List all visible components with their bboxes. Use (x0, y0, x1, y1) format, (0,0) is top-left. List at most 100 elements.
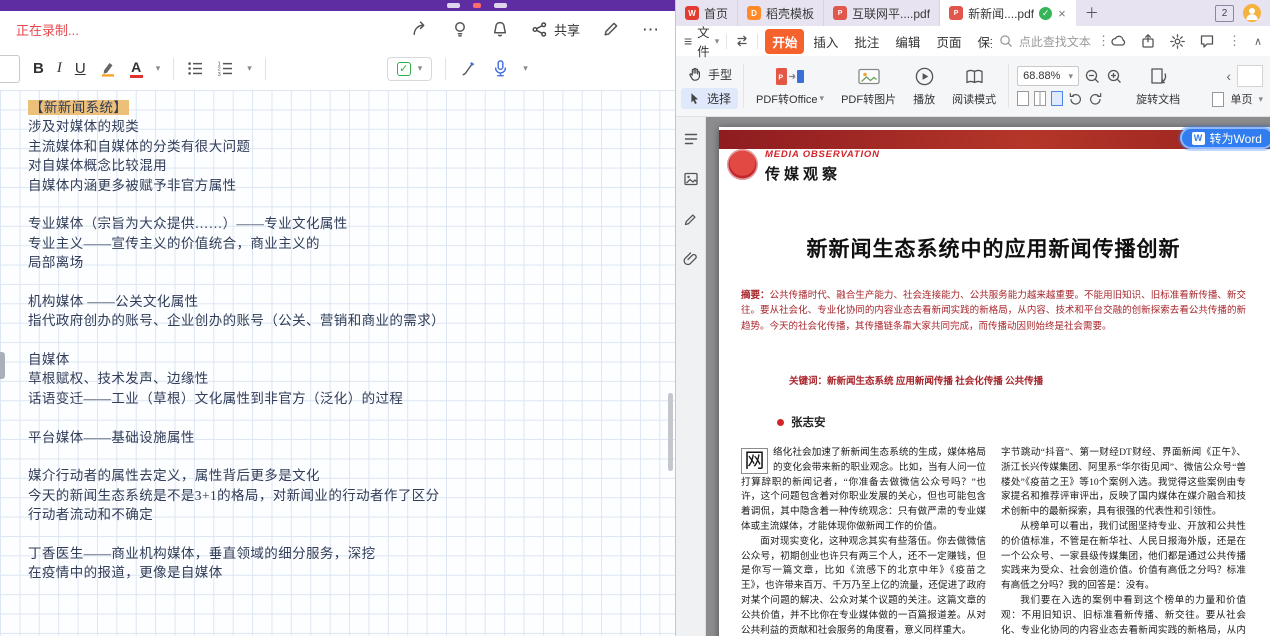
file-menu[interactable]: ≡ 文件 ▾ (684, 22, 719, 60)
menu-page[interactable]: 页面 (929, 29, 968, 54)
mic-dropdown-icon[interactable]: ▾ (523, 64, 528, 73)
share-export-icon[interactable] (1140, 33, 1156, 49)
zoom-in-icon[interactable] (1106, 68, 1123, 85)
tab-document-2-active[interactable]: P 新新闻....pdf ✓ × (940, 0, 1076, 26)
note-line[interactable]: 在疫情中的报道，更像是自媒体 (28, 563, 675, 582)
tab-docer-templates[interactable]: D 稻壳模板 (738, 0, 824, 26)
note-line[interactable] (28, 408, 675, 427)
menu-start[interactable]: 开始 (765, 29, 804, 54)
share-button[interactable]: 共享 (531, 20, 580, 39)
drag-handle[interactable] (0, 352, 5, 379)
note-line[interactable]: 平台媒体——基础设施属性 (28, 428, 675, 447)
zoom-level-box[interactable]: 68.88% ▾ (1017, 66, 1079, 86)
collapse-ribbon-icon[interactable]: ∧ (1254, 35, 1262, 48)
note-line[interactable] (28, 447, 675, 466)
lightbulb-icon[interactable] (451, 20, 469, 38)
find-text-box[interactable]: 点此查找文本 ⋮ (999, 33, 1110, 50)
edit-pencil-icon[interactable] (602, 20, 620, 38)
note-line[interactable]: 指代政府创办的账号、企业创办的账号（公关、营销和商业的需求） (28, 311, 675, 330)
note-line[interactable]: 对自媒体概念比较混用 (28, 156, 675, 175)
note-line[interactable] (28, 525, 675, 544)
share-forward-icon[interactable] (411, 20, 429, 38)
note-line[interactable]: 机构媒体 ——公关文化属性 (28, 292, 675, 311)
note-line[interactable]: 局部离场 (28, 253, 675, 272)
list-dropdown-icon[interactable]: ▾ (247, 64, 252, 73)
menu-comment[interactable]: 批注 (847, 29, 886, 54)
user-avatar[interactable] (1243, 4, 1261, 22)
hand-tool-button[interactable]: 手型 (681, 64, 738, 85)
menu-insert[interactable]: 插入 (806, 29, 845, 54)
convert-to-word-label: 转为Word (1210, 130, 1262, 147)
font-size-box[interactable] (0, 55, 20, 83)
note-line[interactable] (28, 273, 675, 292)
tab-count-badge[interactable]: 2 (1215, 5, 1234, 22)
note-line[interactable]: 专业主义——宣传主义的价值统合，商业主义的 (28, 234, 675, 253)
record-control-icon[interactable] (447, 3, 460, 8)
outline-panel-icon[interactable] (683, 131, 699, 147)
note-line[interactable]: 自媒体内涵更多被赋予非官方属性 (28, 176, 675, 195)
close-tab-icon[interactable]: × (1058, 6, 1066, 21)
bullet-list-icon[interactable] (187, 60, 204, 77)
dictation-mic-icon[interactable] (491, 59, 510, 78)
note-line[interactable]: 丁香医生——商业机构媒体，垂直领域的细分服务，深挖 (28, 544, 675, 563)
underline-button[interactable]: U (75, 60, 86, 77)
select-tool-button[interactable]: 选择 (681, 88, 738, 109)
single-page-button[interactable]: 单页 ▾ (1212, 91, 1263, 107)
kebab-icon[interactable]: ⋮ (1228, 33, 1241, 49)
panel-preview-box[interactable] (1237, 65, 1263, 87)
note-line[interactable]: 涉及对媒体的规类 (28, 117, 675, 136)
note-line[interactable]: 【新新闻系统】 (28, 98, 675, 117)
menu-protect[interactable]: 保护 (970, 29, 991, 54)
more-options-icon[interactable]: ⋯ (642, 21, 659, 38)
pdf-to-office-button[interactable]: P PDF转Office▾ (749, 59, 831, 113)
rotate-document-button[interactable]: 旋转文档 (1129, 59, 1187, 113)
note-editor-canvas[interactable]: 【新新闻系统】 涉及对媒体的规类 主流媒体和自媒体的分类有很大问题 对自媒体概念… (0, 90, 675, 636)
note-line[interactable]: 自媒体 (28, 350, 675, 369)
record-control-icon[interactable] (494, 3, 507, 8)
cloud-sync-icon[interactable] (1110, 33, 1127, 50)
read-mode-button[interactable]: 阅读模式 (945, 59, 1003, 113)
rotate-left-icon[interactable] (1068, 91, 1083, 106)
attachment-panel-icon[interactable] (683, 251, 699, 267)
recording-status[interactable]: 正在录制... (16, 20, 79, 39)
note-line[interactable] (28, 331, 675, 350)
tab-document-1[interactable]: P 互联网平....pdf (824, 0, 940, 26)
menu-edit[interactable]: 编辑 (888, 29, 927, 54)
note-line[interactable]: 今天的新闻生态系统是不是3+1的格局，对新闻业的行动者作了区分 (28, 486, 675, 505)
thumbnails-panel-icon[interactable] (683, 171, 699, 187)
note-line[interactable]: 行动者流动和不确定 (28, 505, 675, 524)
fit-width-icon[interactable] (1017, 91, 1029, 106)
convert-to-word-button[interactable]: W 转为Word (1180, 127, 1270, 149)
note-line[interactable]: 媒介行动者的属性去定义，属性背后更多是文化 (28, 466, 675, 485)
notification-bell-icon[interactable] (491, 20, 509, 38)
font-color-button[interactable]: A (130, 60, 143, 78)
annotation-panel-icon[interactable] (683, 211, 699, 227)
note-line[interactable] (28, 195, 675, 214)
fit-page-icon[interactable] (1034, 91, 1046, 106)
play-button[interactable]: 播放 (906, 59, 942, 113)
font-color-dropdown-icon[interactable]: ▾ (156, 64, 161, 73)
record-dot-icon[interactable] (473, 3, 481, 8)
note-line[interactable]: 主流媒体和自媒体的分类有很大问题 (28, 137, 675, 156)
search-options-icon[interactable]: ⋮ (1097, 33, 1110, 49)
note-line[interactable]: 专业媒体（宗旨为大众提供……）——专业文化属性 (28, 214, 675, 233)
note-line[interactable]: 草根赋权、技术发声、边缘性 (28, 369, 675, 388)
undo-redo-icon[interactable] (734, 33, 750, 49)
highlighter-icon[interactable] (99, 60, 117, 78)
checklist-button[interactable]: ✓ ▾ (387, 57, 433, 81)
comment-bubble-icon[interactable] (1199, 33, 1215, 49)
note-scrollbar-thumb[interactable] (668, 393, 673, 471)
pdf-to-image-button[interactable]: PDF转图片 (834, 59, 903, 113)
handwriting-pen-icon[interactable] (459, 59, 478, 78)
document-area[interactable]: W 转为Word MEDIA OBSERVATION 传媒观察 新新闻生态系统中… (706, 117, 1270, 636)
note-line[interactable]: 话语变迁——工业（草根）文化属性到非官方（泛化）的过程 (28, 389, 675, 408)
bold-button[interactable]: B (33, 60, 44, 77)
numbered-list-icon[interactable]: 123 (217, 60, 234, 77)
italic-button[interactable]: I (57, 60, 62, 77)
actual-size-icon[interactable] (1051, 91, 1063, 106)
collapse-panel-icon[interactable]: ‹ (1226, 69, 1231, 83)
zoom-out-icon[interactable] (1084, 68, 1101, 85)
gear-icon[interactable] (1169, 33, 1186, 50)
new-tab-button[interactable]: ＋ (1076, 3, 1108, 23)
rotate-right-icon[interactable] (1088, 91, 1103, 106)
